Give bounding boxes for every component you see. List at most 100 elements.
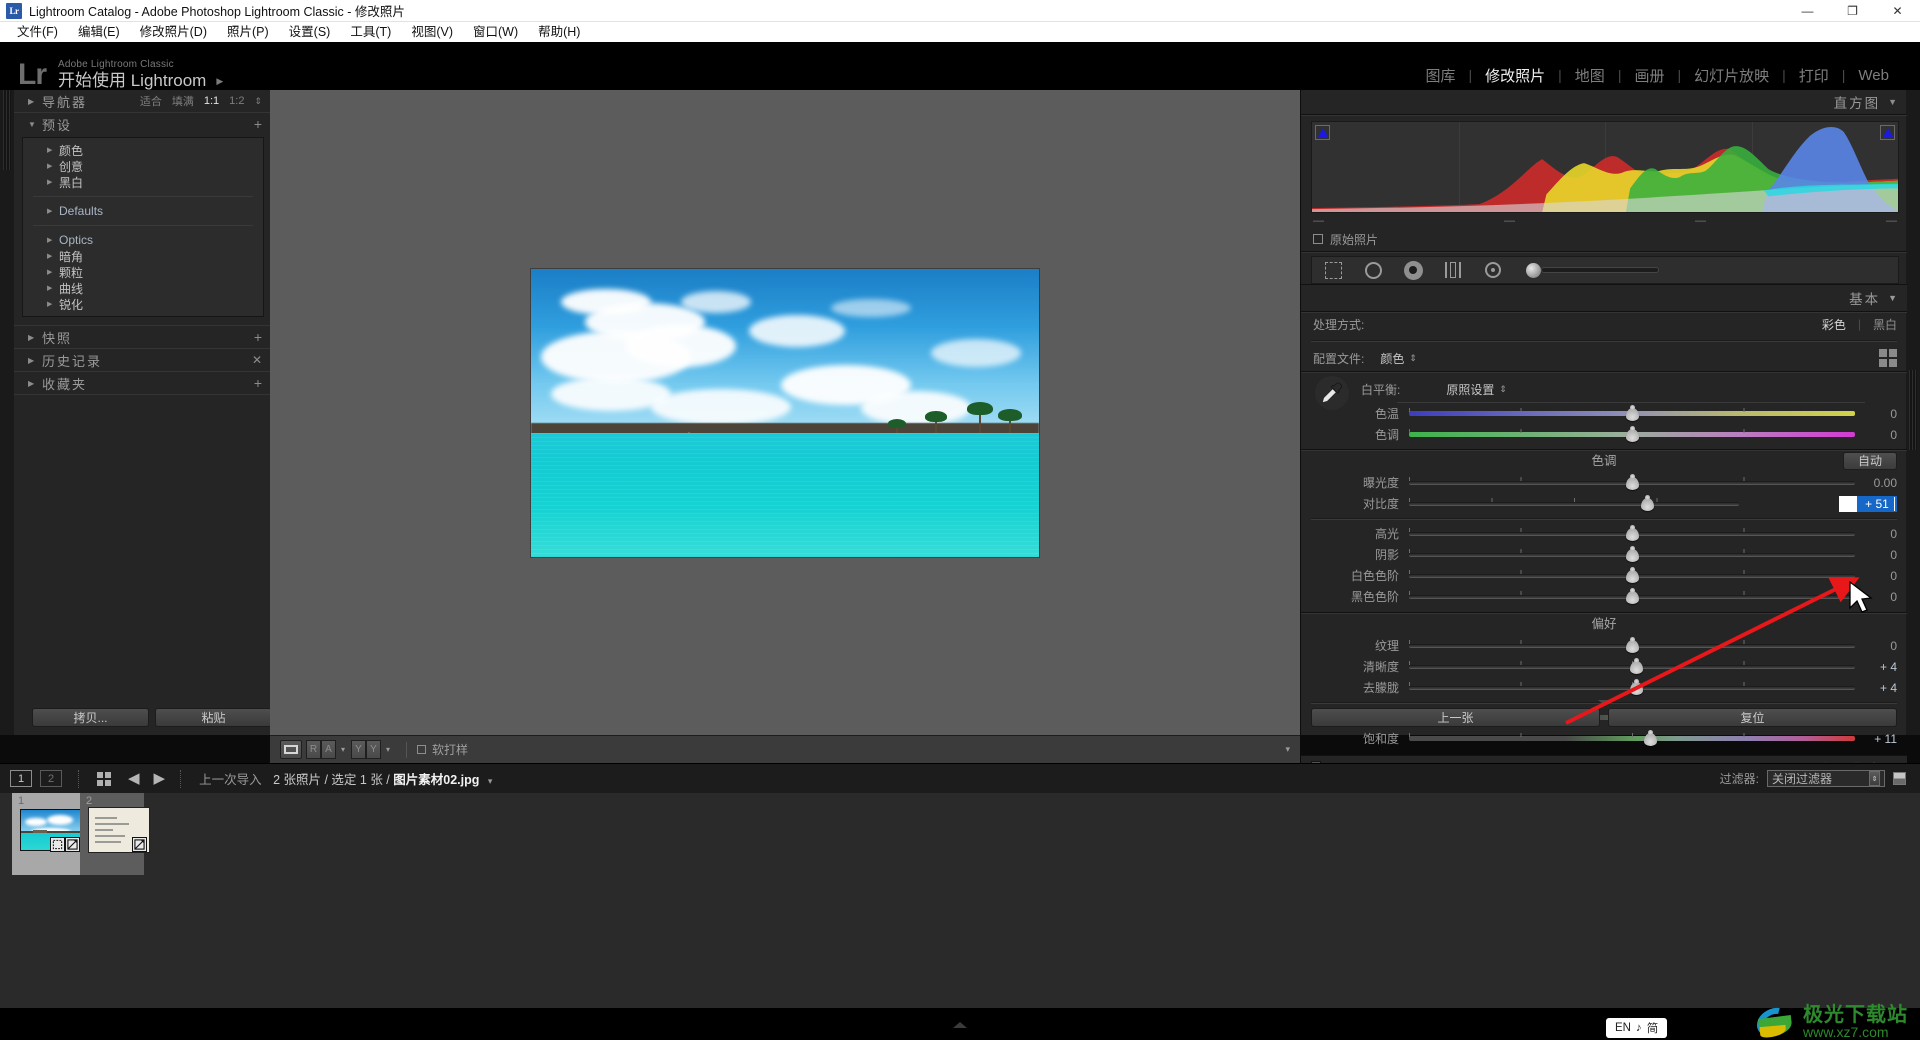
auto-tone-button[interactable]: 自动: [1842, 452, 1897, 470]
slider-clarity[interactable]: 清晰度 + 4: [1301, 656, 1907, 677]
chevron-right-icon[interactable]: ▶: [47, 252, 59, 260]
slider-knob[interactable]: [1626, 545, 1639, 562]
slider-track[interactable]: [1409, 587, 1855, 604]
module-slideshow[interactable]: 幻灯片放映: [1681, 65, 1782, 86]
menu-tools[interactable]: 工具(T): [340, 22, 401, 42]
slider-track[interactable]: [1409, 404, 1855, 421]
slider-texture[interactable]: 纹理 0: [1301, 635, 1907, 656]
slider-knob[interactable]: [1640, 494, 1654, 511]
collections-header[interactable]: ▶ 收藏夹 +: [14, 372, 270, 394]
chevron-right-icon[interactable]: ▶: [28, 97, 42, 106]
slider-highlights[interactable]: 高光 0: [1301, 523, 1907, 544]
zoom-1-2[interactable]: 1:2: [229, 95, 244, 107]
presets-header[interactable]: ▼ 预设 +: [14, 113, 270, 135]
treatment-bw-option[interactable]: 黑白: [1873, 316, 1897, 333]
chevron-down-icon[interactable]: ▾: [386, 745, 390, 754]
reset-button[interactable]: 复位: [1608, 708, 1897, 727]
close-button[interactable]: ✕: [1875, 0, 1920, 22]
radial-gradient-icon[interactable]: [1482, 260, 1504, 280]
module-map[interactable]: 地图: [1562, 65, 1618, 86]
after-view-icon[interactable]: Y: [366, 740, 382, 759]
active-view-icon[interactable]: A: [321, 740, 336, 759]
chevron-right-icon[interactable]: ▶: [47, 162, 59, 170]
profile-stepper-icon[interactable]: ⇕: [1409, 353, 1417, 364]
preset-group-curve[interactable]: ▶ 曲线: [23, 280, 263, 296]
slider-value[interactable]: 0: [1855, 590, 1897, 604]
add-collection-icon[interactable]: +: [254, 376, 262, 390]
slider-value[interactable]: 0: [1855, 428, 1897, 442]
preset-group-vignette[interactable]: ▶ 暗角: [23, 248, 263, 264]
slider-track[interactable]: [1409, 545, 1855, 562]
chevron-down-icon[interactable]: ▼: [28, 120, 42, 129]
screen-1-button[interactable]: 1: [10, 770, 32, 787]
menu-photo[interactable]: 照片(P): [217, 22, 279, 42]
slider-exposure[interactable]: 曝光度 0.00: [1301, 472, 1907, 493]
softproof-checkbox[interactable]: [417, 745, 427, 754]
slider-knob[interactable]: [1626, 473, 1639, 490]
slider-value[interactable]: 0: [1855, 527, 1897, 541]
next-photo-arrow-icon[interactable]: ▶: [154, 771, 166, 786]
add-snapshot-icon[interactable]: +: [254, 330, 262, 344]
module-web[interactable]: Web: [1845, 67, 1902, 84]
chevron-down-icon[interactable]: ▼: [1888, 293, 1897, 303]
menu-develop[interactable]: 修改照片(D): [130, 22, 217, 42]
previous-button[interactable]: 上一张: [1311, 708, 1600, 727]
preset-group-color[interactable]: ▶ 颜色: [23, 142, 263, 158]
chevron-right-icon[interactable]: ▶: [28, 333, 42, 342]
preset-group-creative[interactable]: ▶ 创意: [23, 158, 263, 174]
filter-toggle-icon[interactable]: [1893, 772, 1906, 785]
slider-dehaze[interactable]: 去朦胧 + 4: [1301, 677, 1907, 698]
histogram-header[interactable]: 直方图 ▼: [1301, 90, 1907, 114]
slider-knob[interactable]: [1626, 524, 1639, 541]
slider-knob[interactable]: [1626, 636, 1639, 653]
breadcrumb-source[interactable]: 上一次导入: [199, 773, 262, 787]
slider-value[interactable]: 0: [1855, 639, 1897, 653]
maximize-button[interactable]: ❐: [1830, 0, 1875, 22]
develop-badge-icon[interactable]: [65, 837, 80, 852]
white-balance-eyedropper-icon[interactable]: [1315, 376, 1349, 410]
slider-shadows[interactable]: 阴影 0: [1301, 544, 1907, 565]
toolbar-collapse-icon[interactable]: ▾: [1285, 744, 1290, 755]
slider-contrast[interactable]: 对比度 + 51: [1301, 493, 1907, 514]
preset-group-optics[interactable]: ▶ Optics: [23, 232, 263, 248]
slider-knob[interactable]: [1626, 404, 1639, 421]
slider-value[interactable]: + 51: [1857, 495, 1897, 512]
menu-settings[interactable]: 设置(S): [279, 22, 341, 42]
slider-value[interactable]: + 4: [1855, 681, 1897, 695]
navigator-header[interactable]: ▶ 导航器 适合 填满 1:1 1:2 ⇕: [14, 90, 270, 112]
menu-file[interactable]: 文件(F): [7, 22, 68, 42]
original-photo-toggle[interactable]: 原始照片: [1301, 227, 1907, 251]
menu-edit[interactable]: 编辑(E): [68, 22, 130, 42]
chevron-right-icon[interactable]: ▶: [47, 146, 59, 154]
module-print[interactable]: 打印: [1786, 65, 1842, 86]
zoom-stepper-icon[interactable]: ⇕: [254, 96, 262, 107]
shadow-clipping-indicator[interactable]: [1315, 125, 1330, 140]
chevron-down-icon[interactable]: ▾: [488, 776, 493, 786]
breadcrumb-filename[interactable]: 图片素材02.jpg: [393, 773, 479, 787]
slider-track[interactable]: [1409, 566, 1855, 583]
chevron-right-icon[interactable]: ▶: [47, 236, 59, 244]
masking-icon[interactable]: [1442, 260, 1464, 280]
chevron-down-icon[interactable]: ▼: [1888, 97, 1897, 107]
identity-arrow-icon[interactable]: ▶: [216, 76, 223, 86]
profile-value[interactable]: 颜色: [1380, 350, 1404, 367]
white-balance-stepper-icon[interactable]: ⇕: [1499, 384, 1507, 395]
loupe-view-icon[interactable]: [280, 740, 302, 759]
filmstrip-collapse-arrow[interactable]: [953, 1022, 967, 1028]
slider-track[interactable]: [1409, 636, 1855, 653]
slider-track[interactable]: [1409, 657, 1855, 674]
brush-size-slider[interactable]: [1526, 262, 1659, 278]
checkbox-icon[interactable]: [1313, 234, 1323, 244]
crop-badge-icon[interactable]: [50, 837, 65, 852]
slider-value[interactable]: + 4: [1855, 660, 1897, 674]
preset-group-defaults[interactable]: ▶ Defaults: [23, 203, 263, 219]
preset-group-grain[interactable]: ▶ 颗粒: [23, 264, 263, 280]
photo-preview[interactable]: [531, 268, 1039, 557]
before-after-group[interactable]: Y Y: [351, 740, 382, 759]
filmstrip-thumb-1[interactable]: 1: [12, 793, 82, 875]
slider-value[interactable]: 0: [1855, 407, 1897, 421]
chevron-right-icon[interactable]: ▶: [47, 178, 59, 186]
slider-value[interactable]: 0: [1855, 548, 1897, 562]
preset-group-sharpening[interactable]: ▶ 锐化: [23, 296, 263, 312]
slider-knob[interactable]: [1626, 566, 1639, 583]
